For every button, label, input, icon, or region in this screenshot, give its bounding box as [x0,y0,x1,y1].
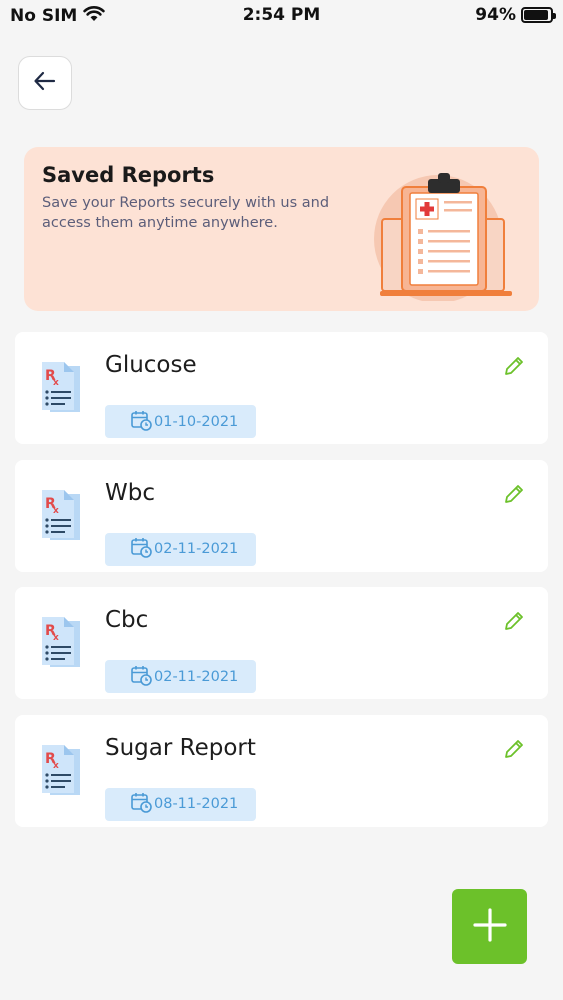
svg-text:x: x [53,378,59,388]
calendar-clock-icon [130,536,152,562]
battery-fill [524,10,549,20]
plus-icon [472,907,508,947]
prescription-document-icon: R x [40,360,82,414]
battery-icon [521,7,556,23]
date-chip: 02-11-2021 [105,532,256,566]
report-name: Glucose [105,352,197,378]
pencil-icon[interactable] [502,482,526,506]
report-card[interactable]: R x Cbc 02-11-2021 [15,587,548,699]
battery-percent: 94% [475,5,516,25]
svg-text:x: x [53,633,59,643]
report-card[interactable]: R x Sugar Report 08-11-2021 [15,714,548,827]
date-chip: 02-11-2021 [105,660,256,693]
status-right: 94% [475,5,556,25]
report-date: 08-11-2021 [154,796,239,812]
date-chip: 08-11-2021 [105,787,256,821]
prescription-document-icon: R x [40,488,82,542]
back-button[interactable] [18,56,72,110]
report-date: 02-11-2021 [154,541,239,557]
calendar-clock-icon [130,791,152,817]
svg-text:x: x [53,506,59,516]
prescription-document-icon: R x [40,615,82,669]
report-card[interactable]: R x Wbc 02-11-2021 [15,459,548,572]
report-card[interactable]: R x Glucose 01-10-2021 [15,332,548,444]
report-date: 02-11-2021 [154,668,239,685]
date-chip: 01-10-2021 [105,405,256,438]
clipboard-illustration-icon [372,169,512,303]
report-name: Wbc [105,479,155,506]
pencil-icon[interactable] [502,609,526,633]
calendar-clock-icon [130,664,152,690]
pencil-icon[interactable] [502,354,526,378]
arrow-left-icon [32,68,58,98]
report-date: 01-10-2021 [154,413,239,430]
pencil-icon[interactable] [502,737,526,761]
prescription-document-icon: R x [40,743,82,797]
status-bar: No SIM 2:54 PM 94% [0,0,563,34]
add-report-button[interactable] [452,889,527,964]
report-list: R x Glucose 01-10-2021 R x Wbc 02-11-202… [15,332,548,842]
calendar-clock-icon [130,409,152,435]
banner-title: Saved Reports [42,163,215,187]
report-name: Sugar Report [105,734,256,761]
report-name: Cbc [105,607,149,633]
saved-reports-banner: Saved Reports Save your Reports securely… [24,147,539,311]
banner-subtitle: Save your Reports securely with us and a… [42,195,330,231]
svg-text:x: x [53,761,59,771]
